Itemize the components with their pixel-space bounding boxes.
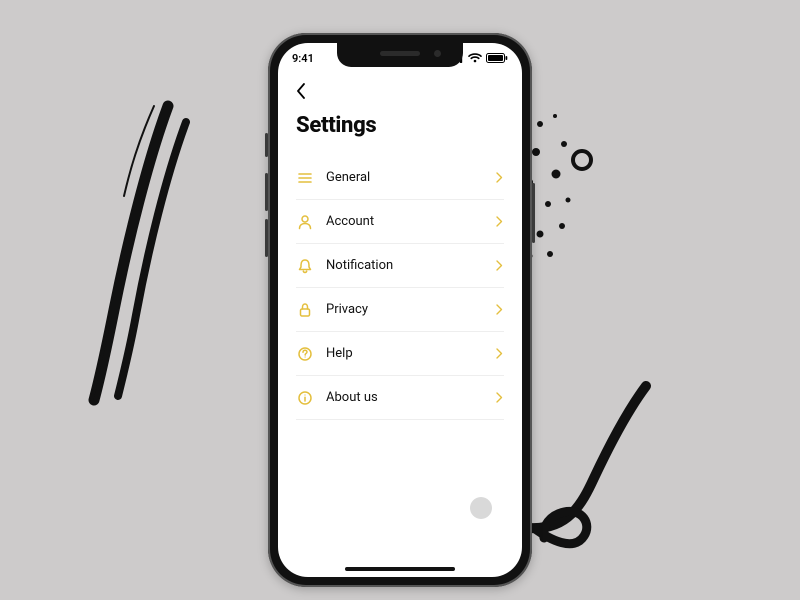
- settings-item-privacy[interactable]: Privacy: [296, 288, 504, 332]
- chevron-right-icon: [494, 217, 504, 227]
- info-icon: [296, 389, 314, 407]
- settings-list: General Account: [296, 156, 504, 420]
- person-icon: [296, 213, 314, 231]
- settings-item-help[interactable]: Help: [296, 332, 504, 376]
- phone-mute-switch: [265, 133, 268, 157]
- phone-volume-down: [265, 219, 268, 257]
- menu-lines-icon: [296, 169, 314, 187]
- lock-icon: [296, 301, 314, 319]
- phone-frame: 9:41 Settings: [268, 33, 532, 587]
- decorative-brush-bottom-right: [520, 380, 680, 560]
- bell-icon: [296, 257, 314, 275]
- settings-item-label: General: [326, 170, 494, 185]
- back-button[interactable]: [296, 81, 316, 101]
- phone-screen: 9:41 Settings: [278, 43, 522, 577]
- settings-item-label: Account: [326, 214, 494, 229]
- status-time: 9:41: [292, 52, 314, 65]
- chevron-right-icon: [494, 261, 504, 271]
- chevron-right-icon: [494, 173, 504, 183]
- settings-item-account[interactable]: Account: [296, 200, 504, 244]
- wifi-icon: [468, 53, 482, 63]
- settings-item-label: Help: [326, 346, 494, 361]
- decorative-brush-left: [58, 100, 198, 420]
- home-indicator[interactable]: [345, 567, 455, 571]
- settings-item-label: Notification: [326, 258, 494, 273]
- settings-item-notification[interactable]: Notification: [296, 244, 504, 288]
- touch-indicator: [470, 497, 492, 519]
- page-title: Settings: [296, 113, 504, 138]
- battery-icon: [486, 53, 508, 63]
- settings-item-about[interactable]: About us: [296, 376, 504, 420]
- chevron-right-icon: [494, 393, 504, 403]
- settings-item-label: About us: [326, 390, 494, 405]
- help-icon: [296, 345, 314, 363]
- phone-volume-up: [265, 173, 268, 211]
- chevron-right-icon: [494, 349, 504, 359]
- settings-item-general[interactable]: General: [296, 156, 504, 200]
- chevron-right-icon: [494, 305, 504, 315]
- phone-notch: [337, 43, 463, 67]
- phone-power-button: [532, 183, 535, 243]
- settings-item-label: Privacy: [326, 302, 494, 317]
